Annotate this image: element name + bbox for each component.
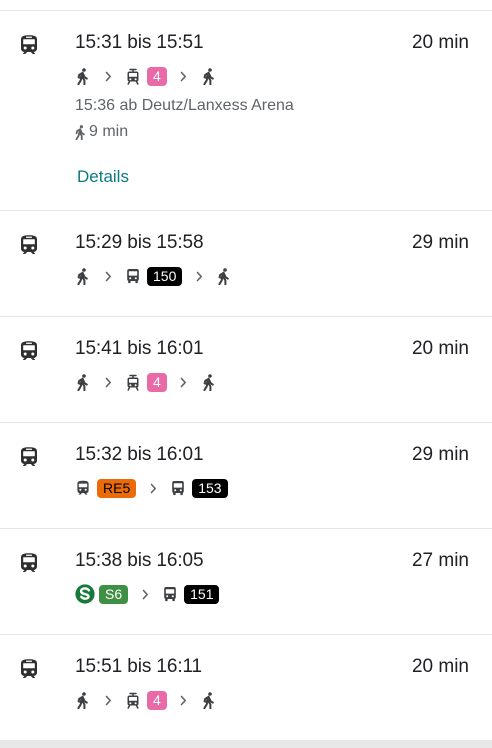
train-icon <box>17 33 41 57</box>
line-badge: 151 <box>184 584 220 604</box>
departure-info: 15:36 ab Deutz/Lanxess Arena <box>75 97 294 114</box>
bus-icon <box>170 479 186 497</box>
route-duration: 20 min <box>411 338 469 359</box>
route-times: 15:31 bis 15:51 <box>75 32 204 53</box>
train-icon <box>17 657 41 681</box>
walk-icon <box>201 373 217 391</box>
line-badge: 4 <box>147 66 167 86</box>
walk-icon <box>201 67 217 85</box>
line-badge: RE5 <box>97 478 137 498</box>
sbahn-logo-icon <box>75 584 95 604</box>
route-legs: 4 <box>75 689 217 711</box>
tram-icon <box>125 373 141 391</box>
chevron-right-icon <box>182 267 216 285</box>
walk-icon <box>75 67 91 85</box>
chevron-right-icon <box>91 267 125 285</box>
train-icon <box>17 233 41 257</box>
route-duration: 29 min <box>411 232 469 253</box>
bus-icon <box>125 267 141 285</box>
train-icon <box>17 551 41 575</box>
route-option-4[interactable]: 15:32 bis 16:01 29 min RE5 153 <box>0 423 492 528</box>
line-badge: 4 <box>147 372 167 392</box>
chevron-right-icon <box>91 691 125 709</box>
route-legs: 150 <box>75 265 232 287</box>
walk-icon <box>75 267 91 285</box>
chevron-right-icon <box>91 373 125 391</box>
route-option-2[interactable]: 15:29 bis 15:58 29 min 150 <box>0 211 492 316</box>
line-badge: 150 <box>147 266 183 286</box>
bus-icon <box>162 585 178 603</box>
walk-time: 9 min <box>75 123 128 141</box>
route-times: 15:51 bis 16:11 <box>75 656 203 677</box>
route-times: 15:32 bis 16:01 <box>75 444 204 465</box>
chevron-right-icon <box>91 67 125 85</box>
route-duration: 29 min <box>411 444 469 465</box>
tram-icon <box>125 691 141 709</box>
chevron-right-icon <box>167 67 201 85</box>
route-legs: 4 <box>75 371 217 393</box>
walk-icon <box>216 267 232 285</box>
route-option-6[interactable]: 15:51 bis 16:11 20 min 4 <box>0 635 492 740</box>
route-duration: 20 min <box>411 656 469 677</box>
route-legs: S6 151 <box>75 583 220 605</box>
route-legs: RE5 153 <box>75 477 228 499</box>
route-legs: 4 <box>75 65 217 87</box>
route-times: 15:29 bis 15:58 <box>75 232 204 253</box>
train-icon <box>17 339 41 363</box>
walk-icon <box>75 373 91 391</box>
route-option-1[interactable]: 15:31 bis 15:51 20 min 4 15:36 ab Deutz/… <box>0 11 492 210</box>
details-link[interactable]: Details <box>77 167 129 187</box>
tram-icon <box>125 67 141 85</box>
route-option-5[interactable]: 15:38 bis 16:05 27 min S6 151 <box>0 529 492 634</box>
chevron-right-icon <box>128 585 162 603</box>
bottom-bar <box>0 740 492 748</box>
walk-icon <box>201 691 217 709</box>
chevron-right-icon <box>167 691 201 709</box>
route-duration: 20 min <box>411 32 469 53</box>
route-times: 15:41 bis 16:01 <box>75 338 204 359</box>
line-badge: 153 <box>192 478 228 498</box>
train-icon <box>75 479 91 497</box>
chevron-right-icon <box>167 373 201 391</box>
route-times: 15:38 bis 16:05 <box>75 550 204 571</box>
train-icon <box>17 445 41 469</box>
chevron-right-icon <box>136 479 170 497</box>
line-badge: 4 <box>147 690 167 710</box>
walk-time-label: 9 min <box>89 123 129 140</box>
route-duration: 27 min <box>411 550 469 571</box>
walk-icon <box>75 124 89 140</box>
route-option-3[interactable]: 15:41 bis 16:01 20 min 4 <box>0 317 492 422</box>
line-badge: S6 <box>99 584 129 604</box>
walk-icon <box>75 691 91 709</box>
